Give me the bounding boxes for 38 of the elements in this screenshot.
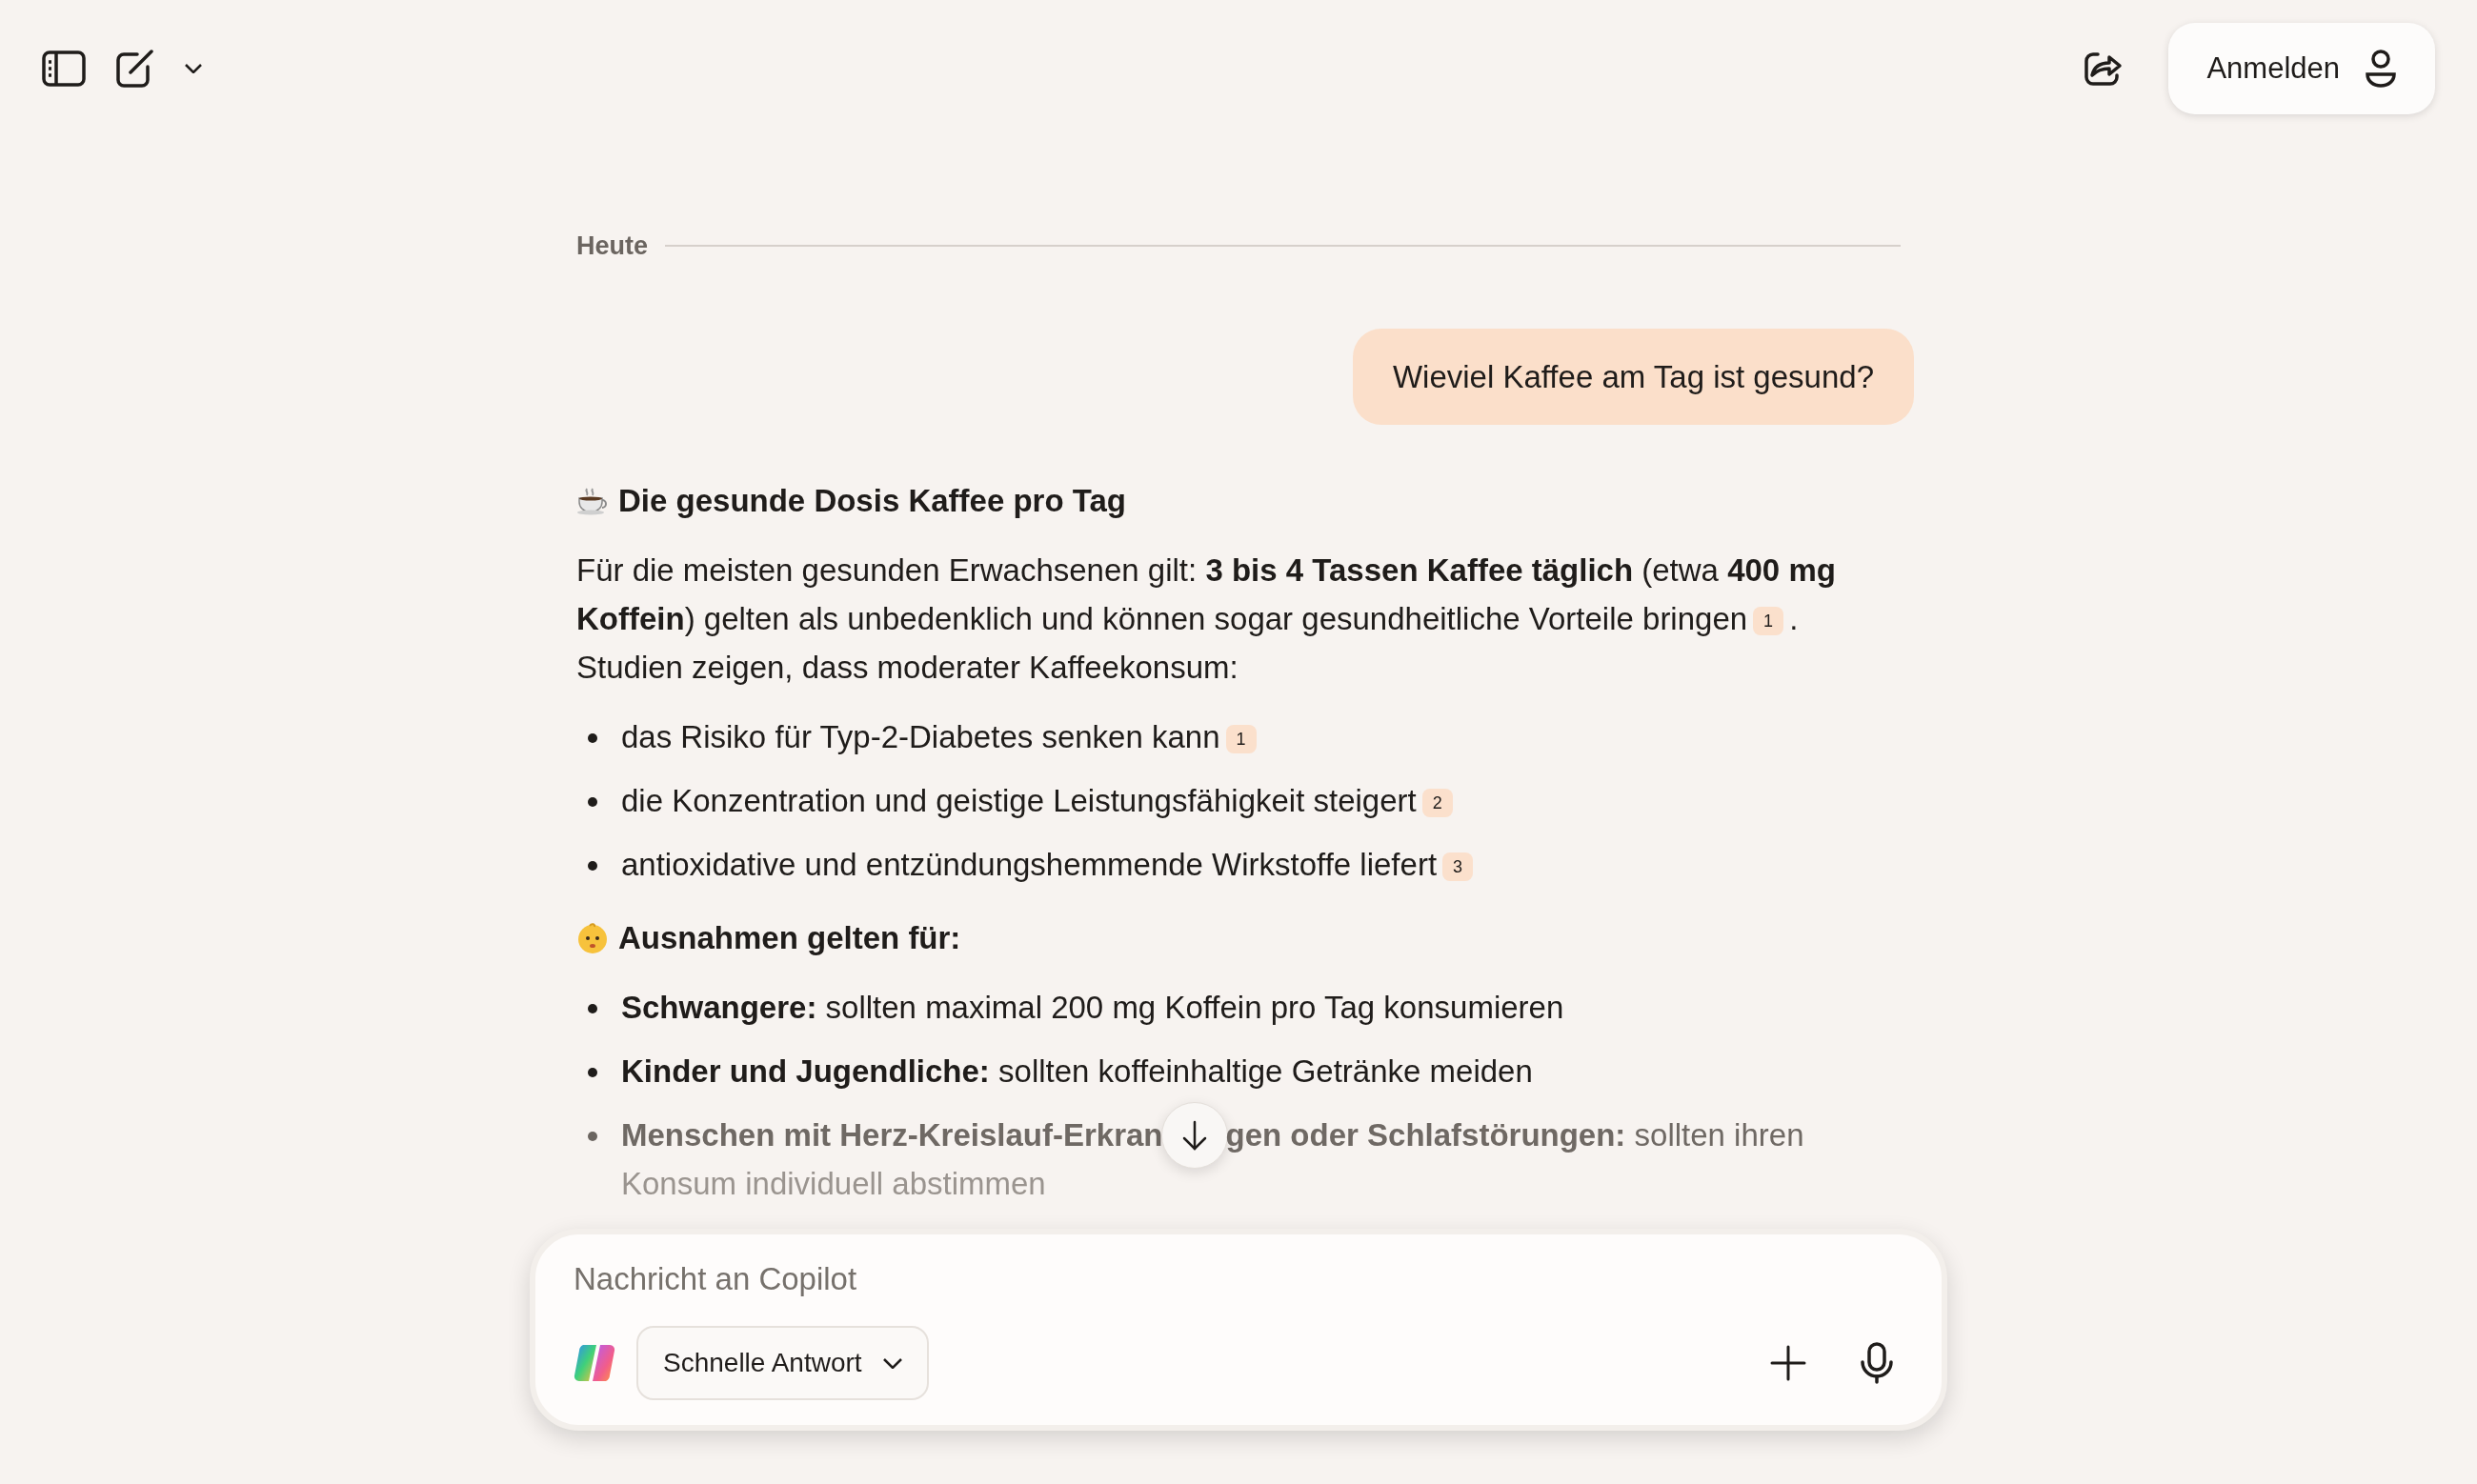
bullet-icon (588, 733, 597, 743)
list-item-text: das Risiko für Typ-2-Diabetes senken kann (621, 719, 1220, 754)
add-icon[interactable] (1770, 1345, 1806, 1381)
bullet-icon (588, 861, 597, 871)
chevron-down-icon[interactable] (185, 64, 202, 73)
baby-emoji-icon (576, 921, 609, 954)
citation-link[interactable]: 2 (1421, 789, 1453, 818)
date-divider-label: Heute (576, 231, 648, 262)
coffee-cup-icon (576, 486, 609, 515)
list-item-text: antioxidative und entzündungshemmende Wirkstoffe liefert (621, 847, 1438, 882)
user-message-bubble: Wieviel Kaffee am Tag ist gesund? (1352, 328, 1914, 425)
section-heading: Die gesunde Dosis Kaffee pro Tag (618, 482, 1126, 520)
list-item-text: Kinder und Jugendliche: sollten koffeinhaltige Getränke meiden (621, 1053, 1533, 1089)
bullet-icon (588, 1068, 597, 1077)
user-icon (2365, 50, 2397, 88)
response-mode-dropdown[interactable]: Schnelle Antwort (636, 1326, 929, 1400)
share-icon[interactable] (2084, 50, 2124, 87)
chevron-down-icon (882, 1357, 902, 1369)
sidebar-toggle-icon[interactable] (42, 50, 86, 87)
copilot-logo-icon (574, 1343, 615, 1383)
new-chat-icon[interactable] (116, 50, 154, 88)
bullet-icon (588, 1132, 597, 1141)
microphone-icon[interactable] (1860, 1342, 1894, 1384)
citation-link[interactable]: 1 (1753, 607, 1784, 636)
bullet-icon (588, 1004, 597, 1013)
list-item-text: Schwangere: sollten maximal 200 mg Koffein pro Tag konsumieren (621, 990, 1564, 1025)
list-item-text: Konsum individuell abstimmen (621, 1165, 1047, 1203)
sign-in-button[interactable]: Anmelden (2168, 23, 2435, 114)
list-item-text: die Konzentration und geistige Leistungsfähigkeit steigert (621, 783, 1417, 818)
citation-link[interactable]: 1 (1225, 725, 1257, 754)
section-heading: Ausnahmen gelten für: (618, 919, 961, 957)
list-item-text: gen oder Schlafstörungen: sollten ihren (1225, 1116, 1804, 1154)
arrow-down-icon (1181, 1119, 1207, 1151)
citation-link[interactable]: 3 (1442, 852, 1474, 882)
bullet-icon (588, 797, 597, 807)
message-input-field[interactable]: Nachricht an Copilot (574, 1255, 1903, 1303)
list-item-text: Menschen mit Herz-Kreislauf-Erkran (621, 1116, 1163, 1154)
response-paragraph: Für die meisten gesunden Erwachsenen gilt: 3 bis 4 Tassen Kaffee täglich (etwa 400 mg Koffein) gelten als unbedenklich und können sogar gesundheitliche Vorteile bringen 1 . Studien zeigen, dass moderater Kaffeekonsum: (576, 551, 1837, 687)
